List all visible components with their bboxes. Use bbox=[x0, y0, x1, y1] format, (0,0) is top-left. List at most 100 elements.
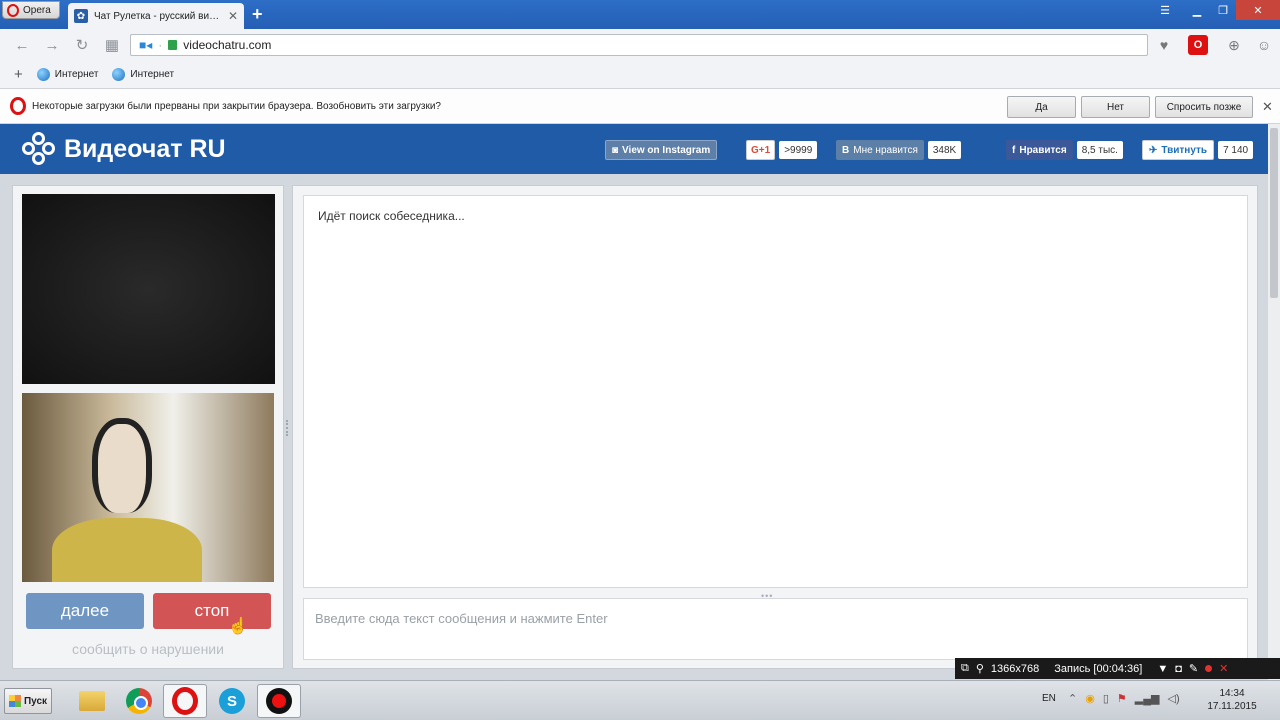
facebook-like-button[interactable]: f Нравится bbox=[1006, 140, 1073, 160]
maximize-button[interactable]: ❐ bbox=[1210, 0, 1236, 20]
message-input[interactable]: Введите сюда текст сообщения и нажмите E… bbox=[303, 598, 1248, 660]
person-image bbox=[52, 418, 202, 582]
opera-extension-icon[interactable]: O bbox=[1188, 35, 1208, 55]
tray-app-icon[interactable]: ◉ bbox=[1085, 692, 1095, 705]
facebook-icon: f bbox=[1012, 144, 1016, 156]
language-indicator[interactable]: EN bbox=[1042, 693, 1056, 704]
new-tab-button[interactable]: + bbox=[252, 4, 263, 24]
download-notice-bar: Некоторые загрузки были прерваны при зак… bbox=[0, 89, 1280, 124]
speed-dial-icon[interactable]: ▦ bbox=[102, 35, 122, 55]
globe-icon bbox=[112, 68, 126, 81]
facebook-label: Нравится bbox=[1019, 144, 1067, 156]
bookmarks-bar: + Интернет Интернет bbox=[0, 61, 1280, 89]
network-icon[interactable]: ▂▄▆ bbox=[1135, 692, 1160, 705]
windows-flag-icon bbox=[8, 695, 21, 707]
system-tray: ⌃ ◉ ▯ ⚑ ▂▄▆ ◁) bbox=[1068, 692, 1180, 705]
clock-date: 17.11.2015 bbox=[1207, 701, 1257, 712]
stop-button[interactable]: стоп bbox=[153, 593, 271, 629]
site-title: Видеочат RU bbox=[64, 134, 226, 163]
notice-yes-button[interactable]: Да bbox=[1007, 96, 1076, 118]
twitter-widget: ✈ Твитнуть 7 140 bbox=[1142, 140, 1254, 160]
taskbar-skype[interactable]: S bbox=[210, 684, 254, 718]
vk-label: Мне нравится bbox=[853, 144, 918, 156]
facebook-count: 8,5 тыс. bbox=[1076, 141, 1123, 159]
bookmark-item[interactable]: Интернет bbox=[36, 68, 99, 81]
recorder-status: Запись [00:04:36] bbox=[1054, 662, 1143, 675]
pen-icon[interactable]: ✎ bbox=[1189, 662, 1198, 675]
notice-close-icon[interactable]: ✕ bbox=[1262, 99, 1273, 115]
tab-active[interactable]: ✿ Чат Рулетка - русский видео ✕ bbox=[68, 3, 244, 29]
gplus-widget: G+1 >9999 bbox=[746, 140, 818, 160]
report-abuse-link[interactable]: сообщить о нарушении bbox=[13, 641, 283, 657]
volume-icon[interactable]: ◁) bbox=[1167, 692, 1179, 705]
site-header: Видеочат RU ◙ View on Instagram G+1 >999… bbox=[0, 124, 1268, 174]
download-icon[interactable]: ⊕ bbox=[1224, 35, 1244, 55]
panel-splitter[interactable] bbox=[286, 420, 289, 436]
instagram-widget: ◙ View on Instagram bbox=[605, 140, 718, 160]
taskbar-explorer[interactable] bbox=[70, 684, 114, 718]
record-icon bbox=[266, 688, 292, 714]
window-icon[interactable]: ⧉ bbox=[961, 662, 969, 675]
opera-menu-label: Opera bbox=[23, 4, 51, 16]
chat-status-text: Идёт поиск собеседника... bbox=[318, 209, 465, 223]
user-icon[interactable]: ☺ bbox=[1254, 35, 1274, 55]
notice-no-button[interactable]: Нет bbox=[1081, 96, 1150, 118]
camera-snapshot-icon[interactable]: ◘ bbox=[1175, 663, 1182, 675]
opera-menu-button[interactable]: Opera bbox=[2, 1, 60, 19]
opera-icon bbox=[172, 687, 198, 715]
main-content: далее стоп сообщить о нарушении Идёт пои… bbox=[0, 174, 1268, 680]
facebook-widget: f Нравится 8,5 тыс. bbox=[1006, 140, 1123, 160]
video-panel: далее стоп сообщить о нарушении bbox=[12, 185, 284, 669]
scrollbar-thumb[interactable] bbox=[1270, 128, 1278, 298]
url-text: videochatru.com bbox=[183, 38, 272, 52]
opera-logo-icon bbox=[7, 3, 19, 17]
folder-icon bbox=[79, 691, 105, 711]
skype-icon: S bbox=[219, 688, 245, 714]
add-bookmark-icon[interactable]: + bbox=[14, 66, 23, 83]
next-button[interactable]: далее bbox=[26, 593, 144, 629]
bookmark-item[interactable]: Интернет bbox=[112, 68, 174, 81]
tab-menu-icon[interactable]: ☰ bbox=[1154, 0, 1176, 20]
minimize-button[interactable]: ▁ bbox=[1184, 0, 1210, 20]
close-window-button[interactable]: ✕ bbox=[1236, 0, 1280, 20]
clock-time: 14:34 bbox=[1219, 688, 1245, 699]
tray-expand-icon[interactable]: ⌃ bbox=[1068, 692, 1077, 705]
bookmark-label: Интернет bbox=[130, 69, 175, 80]
back-icon[interactable]: ← bbox=[12, 35, 32, 55]
record-stop-icon[interactable] bbox=[1205, 665, 1213, 672]
vk-count: 348K bbox=[927, 141, 962, 159]
tweet-button[interactable]: ✈ Твитнуть bbox=[1142, 140, 1215, 160]
instagram-button[interactable]: ◙ View on Instagram bbox=[605, 140, 718, 160]
zoom-icon[interactable]: ⚲ bbox=[976, 662, 984, 675]
gplus-count: >9999 bbox=[779, 141, 818, 159]
recorder-close-icon[interactable]: ✕ bbox=[1219, 662, 1228, 675]
taskbar-clock[interactable]: 14:34 17.11.2015 bbox=[1200, 687, 1264, 713]
address-bar[interactable]: ■◂ · videochatru.com bbox=[130, 34, 1148, 56]
camera-icon[interactable]: ■◂ bbox=[139, 38, 152, 52]
dropdown-icon[interactable]: ▼ bbox=[1157, 663, 1168, 675]
twitter-icon: ✈ bbox=[1149, 144, 1158, 156]
vk-like-button[interactable]: В Мне нравится bbox=[836, 140, 924, 160]
tab-close-icon[interactable]: ✕ bbox=[228, 9, 238, 23]
notice-later-button[interactable]: Спросить позже bbox=[1155, 96, 1253, 118]
reload-icon[interactable]: ↻ bbox=[72, 35, 92, 55]
heart-icon[interactable]: ♥ bbox=[1154, 35, 1174, 55]
page-scrollbar[interactable] bbox=[1268, 124, 1280, 680]
partner-video bbox=[22, 194, 275, 384]
tray-device-icon[interactable]: ▯ bbox=[1103, 692, 1109, 705]
bookmark-label: Интернет bbox=[54, 69, 99, 80]
site-favicon-icon: ✿ bbox=[74, 9, 88, 23]
tab-title: Чат Рулетка - русский видео bbox=[94, 10, 222, 22]
forward-icon[interactable]: → bbox=[42, 35, 62, 55]
logo-icon bbox=[22, 132, 56, 166]
site-logo[interactable]: Видеочат RU bbox=[22, 132, 226, 166]
hand-cursor-icon: ☝ bbox=[228, 618, 248, 635]
recorder-resolution: 1366x768 bbox=[990, 662, 1040, 675]
tray-flag-icon[interactable]: ⚑ bbox=[1117, 692, 1127, 705]
taskbar-opera[interactable] bbox=[163, 684, 207, 718]
gplus-button[interactable]: G+1 bbox=[746, 140, 776, 160]
globe-icon bbox=[36, 68, 50, 81]
taskbar-recorder[interactable] bbox=[257, 684, 301, 718]
start-button[interactable]: Пуск bbox=[4, 688, 52, 714]
taskbar-chrome[interactable] bbox=[117, 684, 161, 718]
